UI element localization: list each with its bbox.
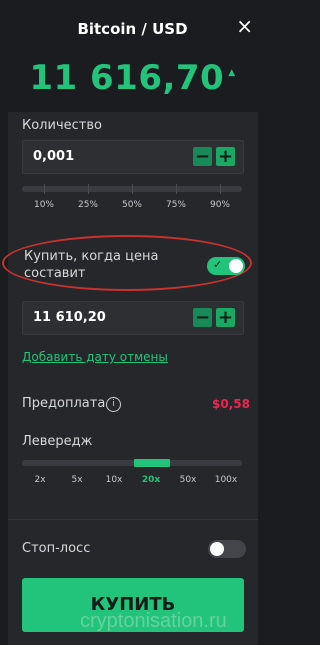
price-value: 11 616,70 — [29, 58, 225, 98]
toggle-knob — [210, 542, 224, 556]
slider-tick — [132, 184, 133, 194]
leverage-5x[interactable]: 5x — [63, 475, 91, 485]
quantity-field[interactable]: 0,001 − + — [22, 140, 244, 174]
percent-25[interactable]: 25% — [74, 200, 102, 210]
quantity-label: Количество — [22, 118, 102, 133]
leverage-slider[interactable] — [22, 460, 242, 466]
info-icon[interactable]: i — [106, 397, 121, 412]
slider-tick — [220, 184, 221, 194]
percent-75[interactable]: 75% — [162, 200, 190, 210]
stop-loss-label: Стоп-лосс — [22, 541, 91, 556]
watermark-text: cryptonisation.ru — [80, 610, 227, 632]
price-up-icon: ▲ — [228, 68, 236, 78]
leverage-100x[interactable]: 100x — [212, 475, 240, 485]
leverage-2x[interactable]: 2x — [26, 475, 54, 485]
slider-tick — [176, 184, 177, 194]
limit-label-line2: составит — [24, 266, 86, 281]
limit-toggle[interactable]: ✓ — [207, 257, 245, 275]
toggle-knob — [229, 259, 243, 273]
leverage-50x[interactable]: 50x — [174, 475, 202, 485]
pair-title: Bitcoin / USD — [77, 20, 188, 38]
percent-90[interactable]: 90% — [206, 200, 234, 210]
leverage-slider-handle[interactable] — [134, 459, 170, 467]
quantity-minus-button[interactable]: − — [193, 147, 212, 166]
limit-label-line1: Купить, когда цена — [24, 249, 159, 264]
limit-plus-button[interactable]: + — [216, 308, 235, 327]
quantity-plus-button[interactable]: + — [216, 147, 235, 166]
leverage-20x[interactable]: 20x — [137, 475, 165, 485]
divider — [8, 519, 258, 520]
check-icon: ✓ — [213, 258, 223, 271]
stop-loss-toggle[interactable] — [208, 540, 246, 558]
prepayment-value: $0,58 — [212, 397, 250, 411]
leverage-label: Левередж — [22, 434, 93, 449]
close-icon[interactable]: × — [236, 14, 253, 38]
quantity-value: 0,001 — [33, 149, 75, 164]
leverage-10x[interactable]: 10x — [100, 475, 128, 485]
limit-minus-button[interactable]: − — [193, 308, 212, 327]
limit-label: Купить, когда цена составит — [24, 248, 158, 282]
limit-price-value: 11 610,20 — [33, 310, 106, 325]
slider-tick — [44, 184, 45, 194]
percent-10[interactable]: 10% — [30, 200, 58, 210]
current-price: 11 616,70 ▲ — [0, 58, 265, 98]
prepayment-label: Предоплата — [22, 396, 106, 411]
percent-50[interactable]: 50% — [118, 200, 146, 210]
slider-tick — [88, 184, 89, 194]
add-cancel-date-link[interactable]: Добавить дату отмены — [22, 350, 168, 364]
limit-price-field[interactable]: 11 610,20 − + — [22, 301, 244, 335]
